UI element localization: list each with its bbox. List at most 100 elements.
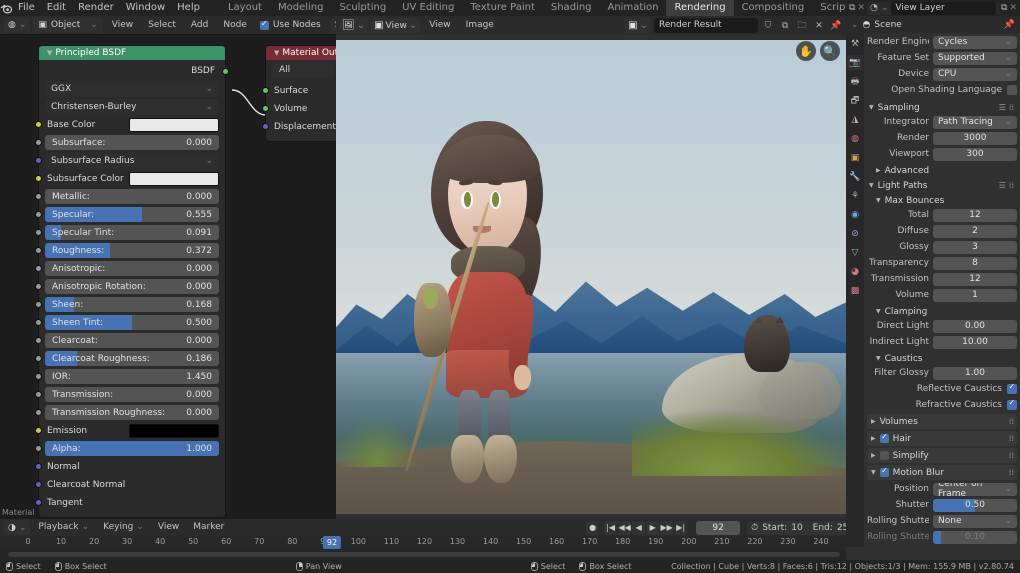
max-bounces-header[interactable]: ▼ Max Bounces	[867, 193, 1017, 208]
clearcoat-slider[interactable]: Clearcoat: 0.000	[45, 333, 219, 348]
timeline-playhead[interactable]: 92	[323, 536, 341, 549]
render-samples-field[interactable]: 3000	[933, 132, 1017, 145]
simplify-checkbox[interactable]	[880, 451, 889, 460]
mb-rolling-duration-slider[interactable]: 0.10	[933, 531, 1017, 544]
jump-end-icon[interactable]: ▶|	[674, 521, 687, 535]
view-layer-field[interactable]: ◔ ⌄ View Layer	[867, 2, 999, 15]
sheen-slider[interactable]: Sheen: 0.168	[45, 297, 219, 312]
clamping-header[interactable]: ▼ Clamping	[867, 304, 1017, 319]
specular-slider[interactable]: Specular: 0.555	[45, 207, 219, 222]
anisotropic-slider[interactable]: Anisotropic: 0.000	[45, 261, 219, 276]
socket-specular-tint[interactable]	[35, 229, 42, 236]
caustics-header[interactable]: ▼ Caustics	[867, 351, 1017, 366]
socket-specular[interactable]	[35, 211, 42, 218]
new-datablock-icon[interactable]: ⧉	[849, 4, 855, 13]
menu-help[interactable]: Help	[171, 0, 206, 16]
shader-menu-select[interactable]: Select	[142, 18, 182, 33]
node-principled-bsdf[interactable]: ▼Principled BSDF BSDF GGX ⌄ Christensen-…	[38, 45, 226, 518]
properties-tab-output[interactable]: 🖶	[847, 74, 863, 89]
subsurface-slider[interactable]: Subsurface: 0.000	[45, 135, 219, 150]
workspace-tab-texture-paint[interactable]: Texture Paint	[462, 0, 543, 16]
drag-grip-icon[interactable]: ⁞⁞	[1009, 181, 1014, 190]
light-paths-panel-header[interactable]: ▼ Light Paths ☰⁞⁞	[867, 178, 1017, 193]
image-editor-type-selector[interactable]: 🖼 ⌄	[339, 18, 368, 33]
collapse-triangle-icon[interactable]: ▼	[274, 49, 279, 57]
viewport-samples-field[interactable]: 300	[933, 148, 1017, 161]
socket-alpha[interactable]	[35, 445, 42, 452]
render-result-name[interactable]: Render Result	[654, 18, 758, 33]
subsurface-radius-dropdown[interactable]: Subsurface Radius ⌄	[45, 153, 219, 169]
bounce-volume-field[interactable]: 1	[933, 289, 1017, 302]
shader-node-canvas[interactable]: ▼Principled BSDF BSDF GGX ⌄ Christensen-…	[0, 35, 336, 519]
properties-tab-texture[interactable]: ▩	[847, 283, 863, 298]
collapse-triangle-icon[interactable]: ▼	[47, 49, 52, 57]
socket-normal[interactable]	[35, 463, 42, 470]
node-header-principled-bsdf[interactable]: ▼Principled BSDF	[39, 46, 225, 60]
zoom-icon[interactable]: 🔍	[820, 41, 840, 61]
shader-menu-view[interactable]: View	[106, 18, 139, 33]
mb-shutter-slider[interactable]: 0.50	[933, 499, 1017, 512]
play-reverse-icon[interactable]: ◀	[632, 521, 645, 535]
transmission-roughness-slider[interactable]: Transmission Roughness: 0.000	[45, 405, 219, 420]
device-dropdown[interactable]: CPU ⌄	[933, 68, 1017, 81]
preset-list-icon[interactable]: ☰	[999, 103, 1006, 112]
close-icon[interactable]: ✕	[812, 18, 826, 33]
timeline-ruler[interactable]: 2502402302202102001901801701601501401301…	[0, 536, 862, 551]
hair-panel-header[interactable]: ▶ Hair ⁞⁞	[867, 431, 1017, 446]
unlink-datablock-icon[interactable]: ✕	[857, 4, 865, 13]
menu-file[interactable]: File	[12, 0, 41, 16]
workspace-tab-uv-editing[interactable]: UV Editing	[394, 0, 462, 16]
image-datablock-browse[interactable]: ▣ ⌄	[625, 18, 651, 33]
record-icon[interactable]: ●	[586, 521, 599, 535]
metallic-slider[interactable]: Metallic: 0.000	[45, 189, 219, 204]
shader-menu-add[interactable]: Add	[185, 18, 214, 33]
remove-view-layer-icon[interactable]: ✕	[1009, 4, 1017, 13]
simplify-panel-header[interactable]: ▶ Simplify ⁞⁞	[867, 448, 1017, 463]
reflective-caustics-checkbox[interactable]	[1007, 384, 1017, 394]
socket-volume[interactable]	[262, 105, 269, 112]
shader-menu-node[interactable]: Node	[217, 18, 253, 33]
socket-clearcoat[interactable]	[35, 337, 42, 344]
bounce-transparency-field[interactable]: 8	[933, 257, 1017, 270]
properties-tab-world[interactable]: ◍	[847, 131, 863, 146]
properties-content[interactable]: Render Engine Cycles ⌄ Feature Set Suppo…	[864, 33, 1020, 547]
socket-emission[interactable]	[35, 427, 42, 434]
timeline-menu-keying[interactable]: Keying⌄	[97, 520, 150, 535]
output-target-dropdown[interactable]: All	[272, 63, 334, 78]
properties-tab-modifiers[interactable]: 🔧	[847, 169, 863, 184]
drag-grip-icon[interactable]: ⁞⁞	[1009, 468, 1014, 477]
menu-edit[interactable]: Edit	[41, 0, 72, 16]
hair-checkbox[interactable]	[880, 434, 889, 443]
menu-window[interactable]: Window	[120, 0, 171, 16]
socket-transmission-roughness[interactable]	[35, 409, 42, 416]
menu-render[interactable]: Render	[72, 0, 120, 16]
timeline-menu-marker[interactable]: Marker	[187, 520, 230, 535]
socket-subsurface-color[interactable]	[35, 175, 42, 182]
properties-tab-scene[interactable]: ◮	[847, 112, 863, 127]
timeline-editor-type-selector[interactable]: ◑ ⌄	[4, 520, 30, 535]
socket-surface[interactable]	[262, 87, 269, 94]
socket-clearcoat-roughness[interactable]	[35, 355, 42, 362]
socket-base-color[interactable]	[35, 121, 42, 128]
properties-tab-data[interactable]: ▽	[847, 245, 863, 260]
emission-color-swatch[interactable]	[129, 424, 219, 438]
workspace-tab-animation[interactable]: Animation	[600, 0, 667, 16]
timeline-horizontal-scrollbar[interactable]	[8, 552, 840, 557]
start-value[interactable]: 10	[791, 523, 802, 533]
pin-icon[interactable]: 📌	[829, 18, 843, 33]
distribution-dropdown[interactable]: GGX ⌄	[45, 81, 219, 97]
specular-tint-slider[interactable]: Specular Tint: 0.091	[45, 225, 219, 240]
socket-roughness[interactable]	[35, 247, 42, 254]
node-header-material-output[interactable]: ▼Material Out	[266, 46, 336, 60]
mb-position-dropdown[interactable]: Center on Frame ⌄	[933, 483, 1017, 496]
folder-icon[interactable]: 🗀	[795, 18, 809, 33]
workspace-tab-layout[interactable]: Layout	[220, 0, 270, 16]
use-nodes-toggle[interactable]: Use Nodes	[260, 20, 321, 30]
direct-light-field[interactable]: 0.00	[933, 320, 1017, 333]
properties-tab-object[interactable]: ▣	[847, 150, 863, 165]
refractive-caustics-checkbox[interactable]	[1007, 400, 1017, 410]
motion-blur-checkbox[interactable]	[880, 468, 889, 477]
mb-rolling-shutter-dropdown[interactable]: None ⌄	[933, 515, 1017, 528]
image-editor-viewport[interactable]: ✋ 🔍	[336, 35, 846, 519]
bounce-transmission-field[interactable]: 12	[933, 273, 1017, 286]
